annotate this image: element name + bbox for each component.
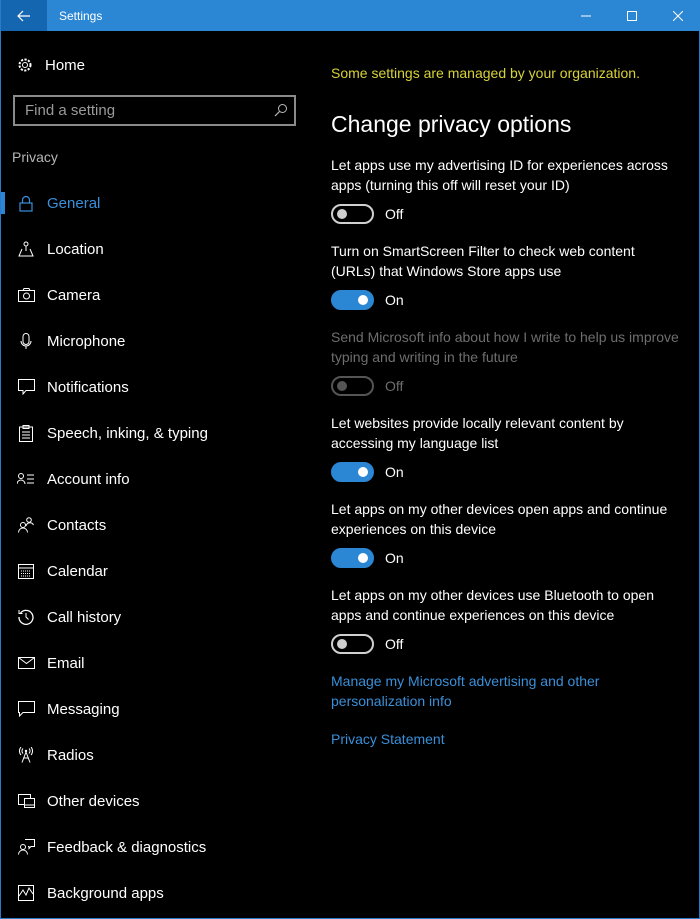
sidebar-item-call-history[interactable]: Call history (1, 594, 311, 640)
smartscreen-toggle[interactable] (331, 290, 374, 310)
email-icon (17, 657, 35, 669)
bluetooth-devices-toggle[interactable] (331, 634, 374, 654)
toggle-state: On (385, 464, 404, 480)
setting-bluetooth-devices: Let apps on my other devices use Bluetoo… (331, 586, 681, 654)
setting-description: Send Microsoft info about how I write to… (331, 329, 679, 365)
notifications-icon (17, 379, 35, 395)
setting-description: Let websites provide locally relevant co… (331, 415, 624, 451)
location-icon (18, 241, 34, 257)
microphone-icon (20, 332, 32, 349)
advertising-id-toggle[interactable] (331, 204, 374, 224)
sidebar-item-general[interactable]: General (1, 180, 311, 226)
sidebar-item-background-apps[interactable]: Background apps (1, 870, 311, 916)
page-heading: Change privacy options (331, 111, 572, 137)
toggle-state: Off (385, 206, 404, 222)
radio-tower-icon (19, 747, 33, 763)
toggle-state: Off (385, 378, 404, 394)
sidebar-item-calendar[interactable]: Calendar (1, 548, 311, 594)
setting-advertising-id: Let apps use my advertising ID for exper… (331, 156, 681, 224)
search-icon[interactable] (274, 103, 288, 117)
sidebar-item-speech-inking-typing[interactable]: Speech, inking, & typing (1, 410, 311, 456)
toggle-state: On (385, 550, 404, 566)
org-managed-notice: Some settings are managed by your organi… (331, 65, 640, 81)
setting-description: Let apps on my other devices use Bluetoo… (331, 587, 654, 623)
maximize-icon (627, 10, 637, 21)
setting-smartscreen: Turn on SmartScreen Filter to check web … (331, 242, 681, 310)
section-title: Privacy (12, 149, 58, 165)
search-input[interactable] (25, 102, 265, 119)
account-info-icon (17, 473, 34, 485)
search-box[interactable] (13, 95, 296, 126)
minimize-icon (581, 15, 591, 16)
title-bar: Settings (1, 0, 700, 31)
devices-icon (17, 793, 35, 808)
typing-info-toggle (331, 376, 374, 396)
back-arrow-icon (17, 10, 30, 21)
clipboard-icon (19, 424, 33, 442)
maximize-button[interactable] (609, 0, 655, 31)
sidebar-item-other-devices[interactable]: Other devices (1, 778, 311, 824)
setting-description: Let apps on my other devices open apps a… (331, 501, 668, 537)
setting-description: Let apps use my advertising ID for exper… (331, 157, 668, 193)
other-devices-toggle[interactable] (331, 548, 374, 568)
camera-icon (17, 288, 35, 302)
window-title: Settings (59, 8, 103, 23)
privacy-nav: General Location Camera Microphone Notif… (1, 180, 311, 916)
toggle-state: On (385, 292, 404, 308)
sidebar-item-radios[interactable]: Radios (1, 732, 311, 778)
gear-icon (18, 58, 32, 72)
home-link[interactable]: Home (17, 53, 85, 77)
messaging-icon (17, 701, 35, 717)
setting-other-devices: Let apps on my other devices open apps a… (331, 500, 681, 568)
sidebar-item-notifications[interactable]: Notifications (1, 364, 311, 410)
lock-icon (19, 195, 33, 212)
settings-window: Settings Home Privacy General (0, 0, 700, 919)
contacts-icon (18, 517, 34, 533)
sidebar-item-email[interactable]: Email (1, 640, 311, 686)
privacy-statement-link[interactable]: Privacy Statement (331, 730, 651, 750)
sidebar-item-contacts[interactable]: Contacts (1, 502, 311, 548)
language-list-toggle[interactable] (331, 462, 374, 482)
background-apps-icon (18, 885, 34, 901)
sidebar-item-microphone[interactable]: Microphone (1, 318, 311, 364)
setting-typing-info: Send Microsoft info about how I write to… (331, 328, 681, 396)
setting-description: Turn on SmartScreen Filter to check web … (331, 243, 635, 279)
back-button[interactable] (1, 0, 47, 31)
manage-advertising-link[interactable]: Manage my Microsoft advertising and othe… (331, 672, 651, 711)
minimize-button[interactable] (563, 0, 609, 31)
sidebar-item-camera[interactable]: Camera (1, 272, 311, 318)
toggle-state: Off (385, 636, 404, 652)
sidebar-item-account-info[interactable]: Account info (1, 456, 311, 502)
close-icon (673, 10, 683, 21)
sidebar-item-location[interactable]: Location (1, 226, 311, 272)
sidebar: Home Privacy General Location Camera Mic… (1, 31, 311, 918)
sidebar-item-messaging[interactable]: Messaging (1, 686, 311, 732)
home-label: Home (45, 56, 86, 74)
setting-language-list: Let websites provide locally relevant co… (331, 414, 681, 482)
sidebar-item-feedback-diagnostics[interactable]: Feedback & diagnostics (1, 824, 311, 870)
history-icon (18, 609, 34, 625)
feedback-icon (17, 839, 35, 855)
calendar-icon (18, 564, 34, 579)
close-button[interactable] (655, 0, 700, 31)
